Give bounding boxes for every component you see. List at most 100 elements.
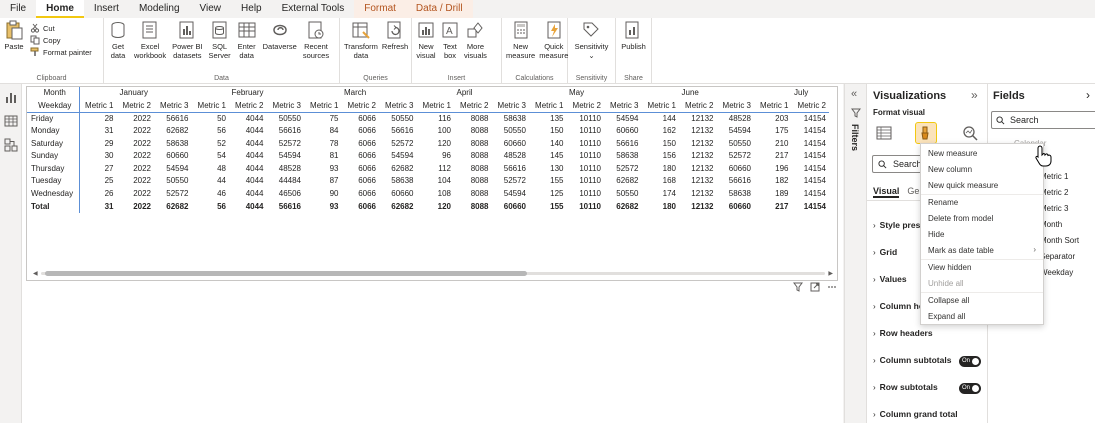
expand-chevron-icon[interactable]: « — [851, 88, 857, 100]
format-painter-button[interactable]: Format painter — [30, 47, 92, 57]
brush-icon — [30, 47, 39, 56]
recent-label-2: sources — [302, 51, 330, 60]
text-box-label-2: box — [443, 51, 457, 60]
horizontal-scrollbar[interactable]: ◀ ▶ — [33, 270, 833, 277]
table-row[interactable]: Friday 28 2022 56616 50 4044 50550 75 6066 50550 1… — [27, 112, 829, 125]
section-column-headers[interactable]: › Column he — [873, 301, 924, 311]
menu-item-hide[interactable]: Hide — [928, 230, 944, 239]
new-measure-label-2: measure — [506, 51, 536, 60]
matrix-cell: 196 — [775, 163, 789, 173]
section-grid[interactable]: › Grid — [873, 247, 897, 257]
matrix-cell: 26 — [104, 189, 114, 199]
field-metric-3[interactable]: Metric 3 — [1040, 204, 1068, 213]
metric-header: Metric 2 — [566, 99, 604, 113]
tab-help[interactable]: Help — [231, 0, 272, 18]
more-options-icon[interactable] — [827, 282, 837, 292]
matrix-cell: 48 — [217, 163, 226, 173]
tab-home[interactable]: Home — [36, 0, 84, 18]
menu-item-delete-from-model[interactable]: Delete from model — [928, 214, 993, 223]
copy-button[interactable]: Copy — [30, 35, 92, 45]
field-metric-2[interactable]: Metric 2 — [1040, 188, 1068, 197]
scroll-right-icon[interactable]: ▶ — [828, 270, 833, 277]
section-row-headers[interactable]: › Row headers — [873, 328, 933, 338]
cut-button[interactable]: Cut — [30, 23, 92, 33]
matrix-cell: 56616 — [166, 113, 189, 123]
matrix-cell: 93 — [329, 201, 339, 211]
table-row[interactable]: Tuesday 25 2022 50550 44 4044 44484 87 6066 58638… — [27, 175, 829, 188]
scrollbar-thumb[interactable] — [45, 271, 527, 276]
refresh-icon — [387, 21, 401, 39]
tab-modeling[interactable]: Modeling — [129, 0, 190, 18]
tab-view[interactable]: View — [190, 0, 232, 18]
menu-item-new-measure[interactable]: New measure — [928, 149, 977, 158]
metric-header: Metric 2 — [341, 99, 379, 113]
menu-item-new-column[interactable]: New column — [928, 165, 972, 174]
collapse-fields-icon[interactable]: › — [1086, 88, 1090, 102]
menu-item-rename[interactable]: Rename — [928, 198, 958, 207]
table-row[interactable]: Sunday 30 2022 60660 54 4044 54594 81 6066 54594 9… — [27, 149, 829, 163]
menu-item-view-hidden[interactable]: View hidden — [928, 263, 971, 272]
chevron-right-icon: › — [873, 274, 876, 284]
menu-item-expand-all[interactable]: Expand all — [928, 312, 965, 321]
total-row[interactable]: Total 31 2022 62682 56 4044 56616 93 6066 62682 12… — [27, 200, 829, 213]
section-label: Style prese — [879, 220, 926, 230]
table-row[interactable]: Wednesday 26 2022 52572 46 4044 46506 90 6066 606… — [27, 187, 829, 201]
focus-mode-icon[interactable] — [810, 282, 820, 292]
matrix-cell: 108 — [437, 189, 451, 199]
field-metric-1[interactable]: Metric 1 — [1040, 172, 1068, 181]
tab-format[interactable]: Format — [354, 0, 406, 18]
matrix-cell: 62682 — [391, 163, 414, 173]
section-values[interactable]: › Values — [873, 274, 907, 284]
build-visual-button[interactable] — [873, 122, 895, 144]
field-weekday[interactable]: Weekday — [1040, 268, 1073, 277]
matrix-cell: 60660 — [728, 163, 751, 173]
matrix-visual[interactable]: Month January February March April May June Ju… — [26, 86, 838, 281]
data-view-icon[interactable] — [4, 114, 18, 128]
tab-file[interactable]: File — [0, 0, 36, 18]
metric-header: Metric 1 — [641, 99, 679, 113]
model-view-icon[interactable] — [4, 138, 18, 152]
section-row-subtotals[interactable]: › Row subtotals — [873, 382, 938, 392]
section-column-grand-total[interactable]: › Column grand total — [873, 409, 958, 419]
matrix-cell: 50 — [217, 113, 226, 123]
filter-icon[interactable] — [793, 282, 803, 292]
matrix-cell: 84 — [329, 126, 339, 136]
menu-item-collapse-all[interactable]: Collapse all — [928, 296, 969, 305]
tab-external-tools[interactable]: External Tools — [272, 0, 355, 18]
tab-insert[interactable]: Insert — [84, 0, 129, 18]
matrix-cell: 44 — [217, 176, 226, 186]
analytics-button[interactable] — [959, 122, 981, 144]
tab-general[interactable]: Ge — [907, 186, 919, 198]
chevron-right-icon: › — [873, 355, 876, 365]
menu-item-new-quick-measure[interactable]: New quick measure — [928, 181, 998, 190]
section-style-presets[interactable]: › Style prese — [873, 220, 925, 230]
matrix-cell: 30 — [104, 151, 114, 161]
fields-search-input[interactable]: Search — [991, 111, 1095, 129]
filters-pane-collapsed[interactable]: « Filters — [844, 84, 866, 423]
table-row[interactable]: Monday 31 2022 62682 56 4044 56616 84 6066 56616 1… — [27, 124, 829, 138]
row-subtotals-toggle[interactable]: On — [959, 383, 981, 394]
tab-data-drill[interactable]: Data / Drill — [405, 0, 473, 18]
matrix-cell: 130 — [550, 163, 564, 173]
column-subtotals-toggle[interactable]: On — [959, 356, 981, 367]
format-visual-button[interactable] — [915, 122, 937, 144]
refresh-label: Refresh — [381, 42, 409, 51]
field-month-sort[interactable]: Month Sort — [1040, 236, 1079, 245]
field-separator[interactable]: Separator — [1040, 252, 1075, 261]
table-row[interactable]: Thursday 27 2022 54594 48 4044 48528 93 6066 6268… — [27, 162, 829, 176]
matrix-cell: 2022 — [133, 138, 151, 148]
matrix-cell: 54594 — [503, 189, 526, 199]
tab-visual[interactable]: Visual — [873, 186, 900, 198]
collapse-visualizations-icon[interactable]: » — [971, 88, 978, 102]
menu-item-mark-as-date-table[interactable]: Mark as date table — [928, 246, 1038, 255]
report-view-icon[interactable] — [4, 90, 18, 104]
paste-icon — [6, 20, 23, 40]
matrix-cell: 217 — [775, 151, 789, 161]
matrix-cell: 14154 — [803, 113, 826, 123]
matrix-cell: 4044 — [245, 201, 264, 211]
matrix-cell: 62682 — [616, 201, 639, 211]
scroll-left-icon[interactable]: ◀ — [33, 270, 38, 277]
report-canvas[interactable]: Month January February March April May June Ju… — [22, 84, 843, 423]
matrix-cell: 2022 — [133, 151, 151, 161]
table-row[interactable]: Saturday 29 2022 58638 52 4044 52572 78 6066 5257… — [27, 137, 829, 150]
